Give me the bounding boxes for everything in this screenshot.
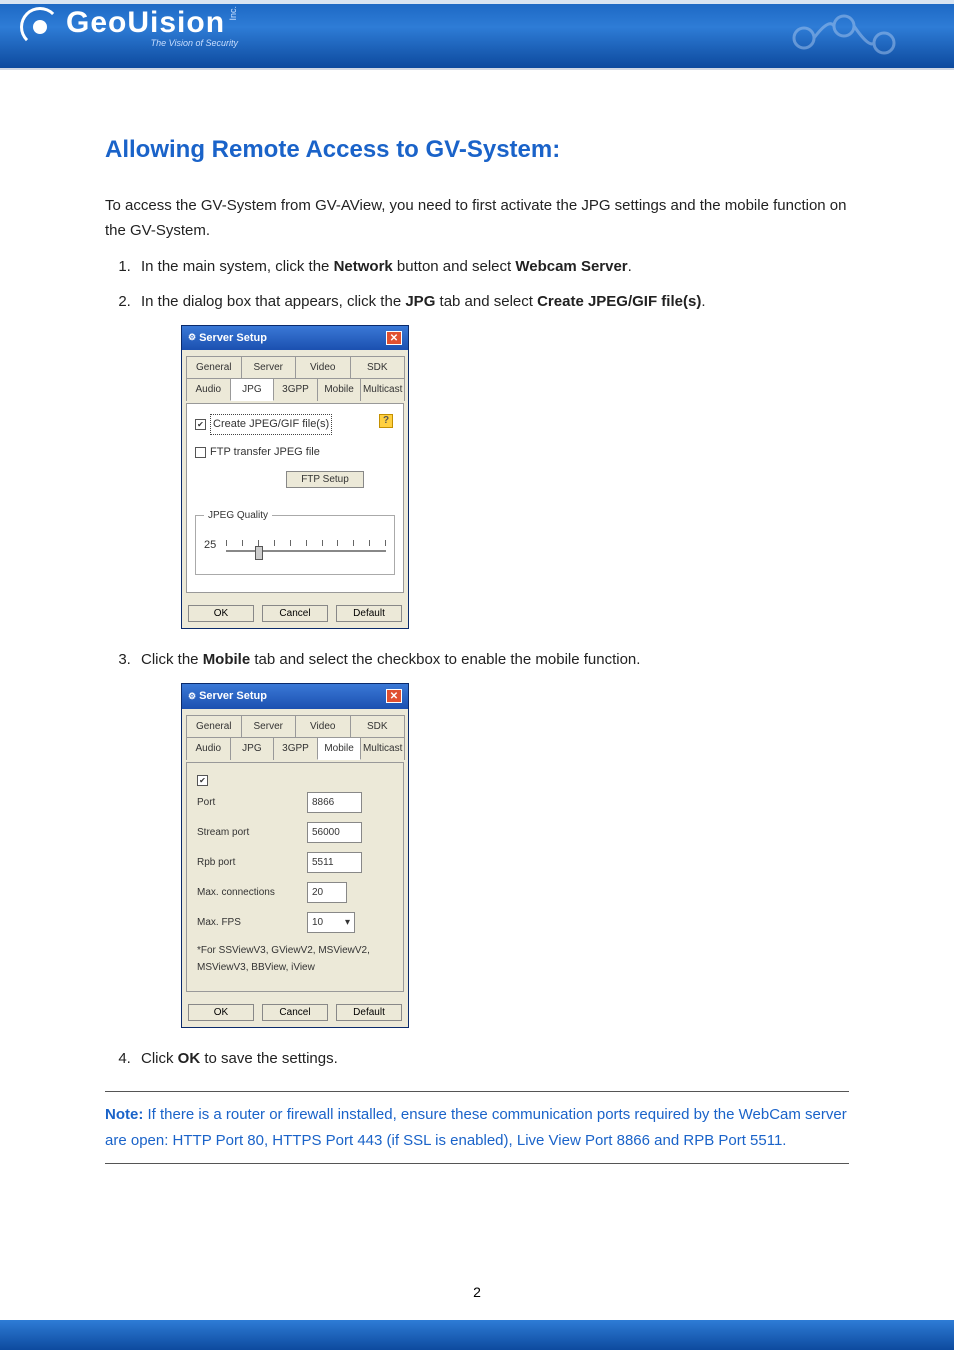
brand-name: GeoUision — [66, 6, 225, 40]
compat-note: *For SSViewV3, GViewV2, MSViewV2, MSView… — [197, 942, 393, 976]
max-conn-input[interactable]: 20 — [307, 882, 347, 903]
tab-jpg[interactable]: JPG — [230, 378, 275, 401]
server-setup-dialog-jpg: ⚙ Server Setup ✕ General Server Video SD… — [181, 325, 409, 630]
stream-port-label: Stream port — [197, 824, 307, 841]
tab-video[interactable]: Video — [295, 715, 351, 737]
close-icon[interactable]: ✕ — [386, 689, 402, 703]
help-icon[interactable]: ? — [379, 414, 393, 428]
ok-button[interactable]: OK — [188, 1004, 254, 1021]
ftp-transfer-label: FTP transfer JPEG file — [210, 443, 320, 462]
max-fps-label: Max. FPS — [197, 914, 307, 931]
max-fps-select[interactable]: 10 ▾ — [307, 912, 355, 933]
close-icon[interactable]: ✕ — [386, 331, 402, 345]
app-icon: ⚙ — [188, 689, 196, 704]
ftp-setup-button[interactable]: FTP Setup — [286, 471, 364, 488]
tab-3gpp[interactable]: 3GPP — [273, 737, 318, 760]
default-button[interactable]: Default — [336, 605, 402, 622]
tab-video[interactable]: Video — [295, 356, 351, 378]
create-jpeg-label: Create JPEG/GIF file(s) — [210, 414, 332, 435]
footer-note: Note: If there is a router or firewall i… — [105, 1091, 849, 1164]
rpb-port-input[interactable]: 5511 — [307, 852, 362, 873]
cancel-button[interactable]: Cancel — [262, 1004, 328, 1021]
document-content: Allowing Remote Access to GV-System: To … — [0, 70, 954, 1164]
enable-mobile-checkbox[interactable]: ✔ — [197, 775, 208, 786]
stream-port-input[interactable]: 56000 — [307, 822, 362, 843]
logo-mark-icon — [20, 7, 60, 47]
jpeg-quality-slider[interactable] — [226, 536, 386, 556]
tab-audio[interactable]: Audio — [186, 737, 231, 760]
note-text: If there is a router or firewall install… — [105, 1106, 847, 1149]
dialog-title: Server Setup — [199, 687, 267, 706]
tab-server[interactable]: Server — [241, 715, 297, 737]
max-conn-label: Max. connections — [197, 884, 307, 901]
step-1: In the main system, click the Network bu… — [135, 254, 849, 280]
create-jpeg-checkbox[interactable]: ✔ — [195, 419, 206, 430]
jpeg-quality-value: 25 — [204, 536, 216, 555]
step-4: Click OK to save the settings. — [135, 1046, 849, 1072]
tab-general[interactable]: General — [186, 356, 242, 378]
jpeg-quality-group: JPEG Quality 25 — [195, 507, 395, 575]
brand-tagline: The Vision of Security — [66, 38, 238, 48]
tab-jpg[interactable]: JPG — [230, 737, 275, 760]
ok-button[interactable]: OK — [188, 605, 254, 622]
dialog-titlebar: ⚙ Server Setup ✕ — [182, 326, 408, 351]
app-icon: ⚙ — [188, 330, 196, 345]
tab-audio[interactable]: Audio — [186, 378, 231, 401]
header-decoration-icon — [774, 8, 924, 63]
tab-multicast[interactable]: Multicast — [360, 378, 405, 401]
brand-logo: GeoUision Inc. The Vision of Security — [20, 6, 238, 48]
jpeg-quality-legend: JPEG Quality — [204, 507, 272, 524]
tab-server[interactable]: Server — [241, 356, 297, 378]
port-label: Port — [197, 794, 307, 811]
dialog-titlebar: ⚙ Server Setup ✕ — [182, 684, 408, 709]
tab-mobile[interactable]: Mobile — [317, 737, 362, 760]
tab-3gpp[interactable]: 3GPP — [273, 378, 318, 401]
brand-suffix: Inc. — [228, 6, 238, 21]
intro-paragraph: To access the GV-System from GV-AView, y… — [105, 193, 849, 244]
slider-thumb-icon[interactable] — [255, 546, 263, 560]
page-footer-bar — [0, 1320, 954, 1350]
port-input[interactable]: 8866 — [307, 792, 362, 813]
tab-sdk[interactable]: SDK — [350, 356, 406, 378]
instruction-list: In the main system, click the Network bu… — [105, 254, 849, 1071]
tab-sdk[interactable]: SDK — [350, 715, 406, 737]
rpb-port-label: Rpb port — [197, 854, 307, 871]
server-setup-dialog-mobile: ⚙ Server Setup ✕ General Server Video SD… — [181, 683, 409, 1028]
tab-general[interactable]: General — [186, 715, 242, 737]
chevron-down-icon: ▾ — [345, 914, 350, 931]
cancel-button[interactable]: Cancel — [262, 605, 328, 622]
dialog-title: Server Setup — [199, 329, 267, 348]
page-header: GeoUision Inc. The Vision of Security — [0, 0, 954, 70]
default-button[interactable]: Default — [336, 1004, 402, 1021]
step-3: Click the Mobile tab and select the chec… — [135, 647, 849, 1027]
step-2: In the dialog box that appears, click th… — [135, 289, 849, 629]
ftp-transfer-checkbox[interactable] — [195, 447, 206, 458]
page-number: 2 — [0, 1284, 954, 1300]
page-title: Allowing Remote Access to GV-System: — [105, 130, 849, 171]
note-label: Note: — [105, 1106, 143, 1123]
tab-multicast[interactable]: Multicast — [360, 737, 405, 760]
tab-mobile[interactable]: Mobile — [317, 378, 362, 401]
